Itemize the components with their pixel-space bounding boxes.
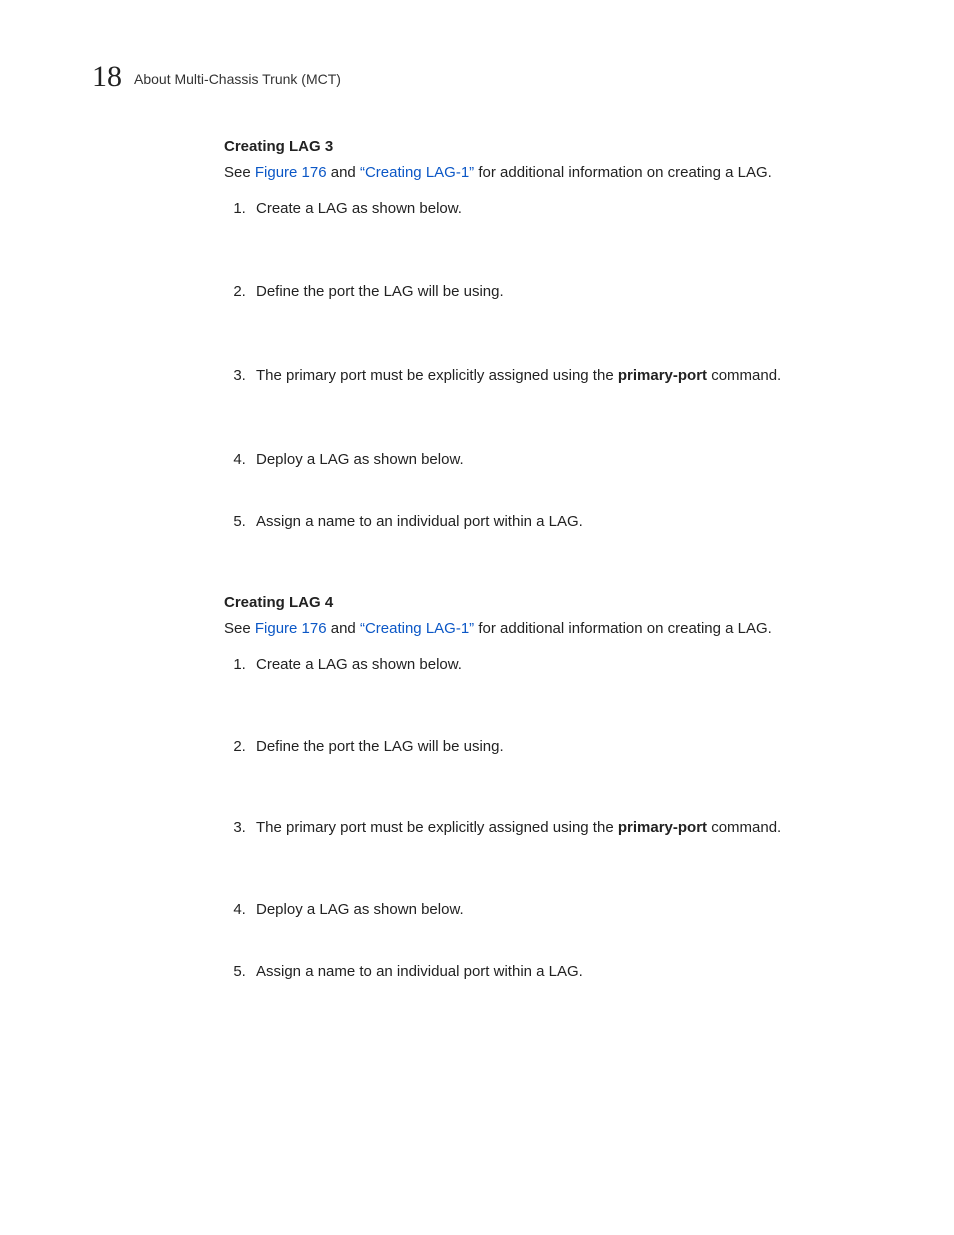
steps-list: Create a LAG as shown below. Define the …	[224, 654, 864, 983]
step-text: Deploy a LAG as shown below.	[256, 901, 464, 918]
list-item: The primary port must be explicitly assi…	[250, 817, 864, 839]
command-name: primary-port	[618, 367, 707, 384]
list-item: Define the port the LAG will be using.	[250, 736, 864, 758]
section-title: Creating LAG 4	[224, 592, 864, 614]
step-text: Create a LAG as shown below.	[256, 200, 462, 217]
text: for additional information on creating a…	[474, 620, 772, 637]
cross-ref-link[interactable]: “Creating LAG-1”	[360, 620, 474, 637]
step-text: Deploy a LAG as shown below.	[256, 451, 464, 468]
list-item: Assign a name to an individual port with…	[250, 961, 864, 983]
step-text: Assign a name to an individual port with…	[256, 963, 583, 980]
cross-ref-link[interactable]: “Creating LAG-1”	[360, 164, 474, 181]
cross-ref-text: Creating LAG-1	[365, 164, 469, 181]
list-item: Deploy a LAG as shown below.	[250, 899, 864, 921]
section-intro: See Figure 176 and “Creating LAG-1” for …	[224, 618, 864, 640]
section-creating-lag-4: Creating LAG 4 See Figure 176 and “Creat…	[224, 592, 864, 982]
cross-ref-text: Creating LAG-1	[365, 620, 469, 637]
steps-list: Create a LAG as shown below. Define the …	[224, 198, 864, 533]
text: See	[224, 620, 255, 637]
step-text: Assign a name to an individual port with…	[256, 513, 583, 530]
figure-link[interactable]: Figure 176	[255, 164, 327, 181]
list-item: Create a LAG as shown below.	[250, 654, 864, 676]
step-text: command.	[707, 819, 781, 836]
page: 18 About Multi-Chassis Trunk (MCT) Creat…	[0, 0, 954, 1235]
step-text: The primary port must be explicitly assi…	[256, 367, 618, 384]
section-creating-lag-3: Creating LAG 3 See Figure 176 and “Creat…	[224, 136, 864, 532]
text: for additional information on creating a…	[474, 164, 772, 181]
body-content: Creating LAG 3 See Figure 176 and “Creat…	[224, 136, 864, 1043]
step-text: command.	[707, 367, 781, 384]
list-item: Assign a name to an individual port with…	[250, 511, 864, 533]
list-item: Define the port the LAG will be using.	[250, 281, 864, 303]
running-head: About Multi-Chassis Trunk (MCT)	[134, 71, 341, 87]
step-text: Define the port the LAG will be using.	[256, 283, 504, 300]
figure-link[interactable]: Figure 176	[255, 620, 327, 637]
step-text: Create a LAG as shown below.	[256, 656, 462, 673]
text: and	[327, 164, 360, 181]
section-title: Creating LAG 3	[224, 136, 864, 158]
command-name: primary-port	[618, 819, 707, 836]
step-text: Define the port the LAG will be using.	[256, 738, 504, 755]
step-text: The primary port must be explicitly assi…	[256, 819, 618, 836]
chapter-number: 18	[92, 60, 122, 94]
list-item: Deploy a LAG as shown below.	[250, 449, 864, 471]
section-intro: See Figure 176 and “Creating LAG-1” for …	[224, 162, 864, 184]
text: See	[224, 164, 255, 181]
list-item: Create a LAG as shown below.	[250, 198, 864, 220]
text: and	[327, 620, 360, 637]
list-item: The primary port must be explicitly assi…	[250, 365, 864, 387]
